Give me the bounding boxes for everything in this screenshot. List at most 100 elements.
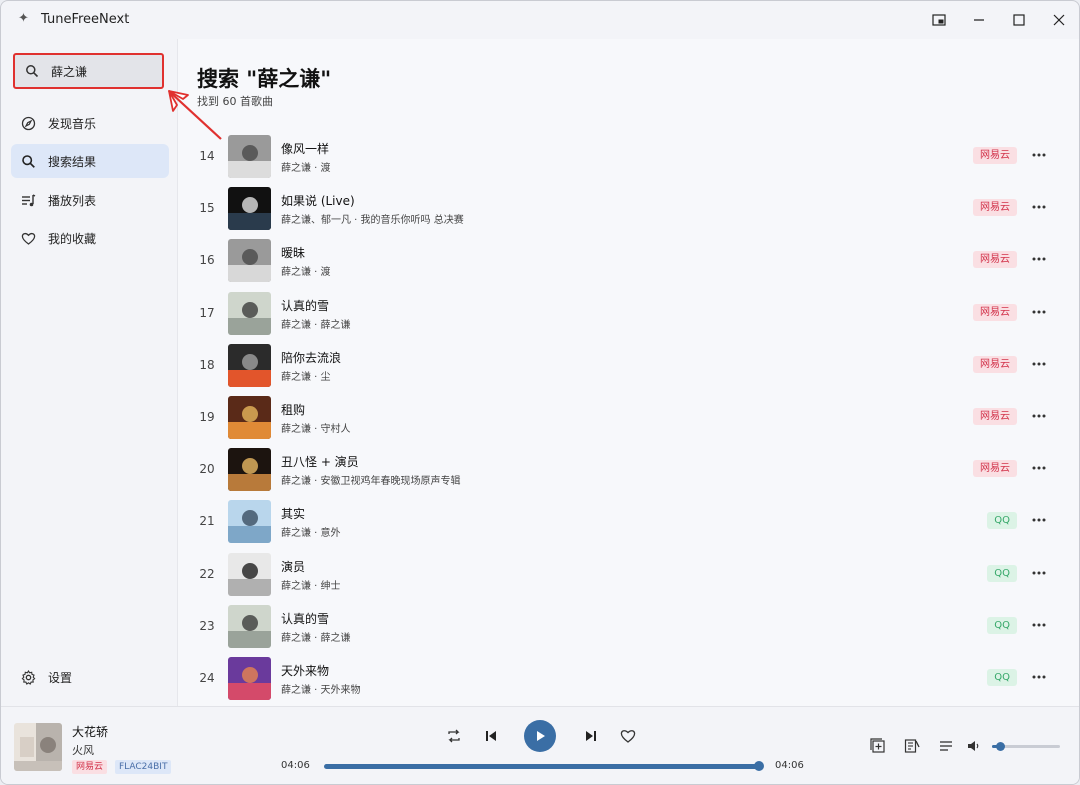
song-cover[interactable] [228, 448, 271, 492]
album-art-image [228, 291, 271, 335]
sidebar-item-playlists[interactable]: 播放列表 [11, 183, 169, 217]
more-options-button[interactable] [1031, 460, 1047, 476]
skip-previous-icon [486, 731, 496, 741]
song-title[interactable]: 丑八怪 + 演员 [281, 453, 359, 470]
source-badge: QQ [987, 512, 1017, 530]
song-title[interactable]: 天外来物 [281, 662, 329, 679]
more-options-button[interactable] [1031, 356, 1047, 372]
song-artist[interactable]: 薛之谦 · 渡 [281, 263, 331, 278]
more-options-button[interactable] [1031, 147, 1047, 163]
heart-icon [620, 730, 636, 743]
song-artist[interactable]: 薛之谦 · 薛之谦 [281, 629, 351, 644]
search-icon [26, 65, 39, 78]
sidebar-item-discover[interactable]: 发现音乐 [11, 106, 169, 140]
song-artist[interactable]: 薛之谦 · 尘 [281, 368, 331, 383]
more-options-button[interactable] [1031, 251, 1047, 267]
song-cover[interactable] [228, 604, 271, 648]
song-artist[interactable]: 薛之谦 · 守村人 [281, 420, 351, 435]
song-row[interactable]: 16 暧昧 薛之谦 · 渡 网易云 [178, 235, 1079, 287]
album-art-image [228, 135, 271, 178]
lyrics-button[interactable] [902, 736, 922, 756]
repeat-button[interactable] [444, 726, 464, 746]
now-playing-artist[interactable]: 火风 [72, 742, 94, 758]
song-title[interactable]: 如果说 (Live) [281, 192, 355, 209]
more-horizontal-icon [1032, 518, 1046, 522]
now-playing-cover[interactable] [14, 723, 62, 771]
more-options-button[interactable] [1031, 617, 1047, 633]
song-title[interactable]: 演员 [281, 558, 305, 575]
song-cover[interactable] [228, 239, 271, 283]
sidebar-item-search-results[interactable]: 搜索结果 [11, 144, 169, 178]
song-row[interactable]: 24 天外来物 薛之谦 · 天外来物 QQ [178, 653, 1079, 705]
picture-in-picture-button[interactable] [919, 5, 959, 35]
source-badge: QQ [987, 616, 1017, 634]
song-artist[interactable]: 薛之谦、郁一凡 · 我的音乐你听吗 总决赛 [281, 211, 464, 226]
maximize-button[interactable] [999, 5, 1039, 35]
song-row[interactable]: 18 陪你去流浪 薛之谦 · 尘 网易云 [178, 340, 1079, 392]
sidebar-item-label: 设置 [48, 671, 73, 685]
song-artist[interactable]: 薛之谦 · 渡 [281, 159, 331, 174]
more-options-button[interactable] [1031, 565, 1047, 581]
favorite-button[interactable] [618, 726, 638, 746]
song-artist[interactable]: 薛之谦 · 天外来物 [281, 681, 361, 696]
song-cover[interactable] [228, 500, 271, 544]
more-horizontal-icon [1032, 205, 1046, 209]
song-row[interactable]: 14 像风一样 薛之谦 · 渡 网易云 [178, 131, 1079, 183]
song-artist[interactable]: 薛之谦 · 薛之谦 [281, 316, 351, 331]
search-box[interactable] [13, 53, 164, 89]
song-cover[interactable] [228, 135, 271, 178]
repeat-icon [448, 729, 460, 743]
song-artist[interactable]: 薛之谦 · 绅士 [281, 577, 341, 592]
volume-button[interactable] [964, 736, 984, 756]
song-title[interactable]: 认真的雪 [281, 297, 329, 314]
song-row[interactable]: 23 认真的雪 薛之谦 · 薛之谦 QQ [178, 601, 1079, 653]
song-cover[interactable] [228, 291, 271, 335]
more-options-button[interactable] [1031, 199, 1047, 215]
more-options-button[interactable] [1031, 669, 1047, 685]
song-cover[interactable] [228, 187, 271, 231]
sidebar-item-favorites[interactable]: 我的收藏 [11, 221, 169, 255]
song-title[interactable]: 认真的雪 [281, 610, 329, 627]
song-title[interactable]: 像风一样 [281, 140, 329, 157]
progress-bar[interactable] [324, 764, 760, 769]
search-input[interactable] [51, 62, 151, 80]
song-row[interactable]: 15 如果说 (Live) 薛之谦、郁一凡 · 我的音乐你听吗 总决赛 网易云 [178, 183, 1079, 235]
song-cover[interactable] [228, 396, 271, 439]
next-button[interactable] [581, 726, 601, 746]
player-bar: 大花轿 火风 网易云 FLAC24BIT 04:06 04:06 [1, 706, 1079, 784]
more-options-button[interactable] [1031, 512, 1047, 528]
album-art-image [14, 723, 62, 771]
song-artist[interactable]: 薛之谦 · 安徽卫视鸡年春晚现场原声专辑 [281, 472, 461, 487]
song-row[interactable]: 20 丑八怪 + 演员 薛之谦 · 安徽卫视鸡年春晚现场原声专辑 网易云 [178, 444, 1079, 496]
queue-icon [940, 741, 952, 751]
more-horizontal-icon [1032, 153, 1046, 157]
previous-button[interactable] [481, 726, 501, 746]
song-row[interactable]: 17 认真的雪 薛之谦 · 薛之谦 网易云 [178, 288, 1079, 340]
minimize-button[interactable] [959, 5, 999, 35]
close-button[interactable] [1039, 5, 1079, 35]
playlist-icon [22, 194, 36, 207]
more-options-button[interactable] [1031, 304, 1047, 320]
maximize-icon [1013, 14, 1025, 26]
add-to-playlist-button[interactable] [868, 736, 888, 756]
song-row[interactable]: 22 演员 薛之谦 · 绅士 QQ [178, 549, 1079, 601]
song-title[interactable]: 陪你去流浪 [281, 349, 341, 366]
song-title[interactable]: 其实 [281, 505, 305, 522]
song-row[interactable]: 21 其实 薛之谦 · 意外 QQ [178, 496, 1079, 548]
song-title[interactable]: 租购 [281, 401, 305, 418]
song-title[interactable]: 暧昧 [281, 244, 305, 261]
more-options-button[interactable] [1031, 408, 1047, 424]
volume-handle[interactable] [996, 742, 1006, 751]
song-row[interactable]: 19 租购 薛之谦 · 守村人 网易云 [178, 392, 1079, 444]
album-art-image [228, 657, 271, 700]
play-button[interactable] [524, 720, 556, 752]
song-cover[interactable] [228, 552, 271, 596]
song-cover[interactable] [228, 657, 271, 700]
song-artist[interactable]: 薛之谦 · 意外 [281, 524, 341, 539]
queue-button[interactable] [936, 736, 956, 756]
now-playing-title: 大花轿 [72, 725, 109, 739]
album-art-image [228, 343, 271, 387]
song-cover[interactable] [228, 343, 271, 387]
progress-handle[interactable] [754, 761, 764, 771]
sidebar-item-settings[interactable]: 设置 [11, 660, 169, 694]
